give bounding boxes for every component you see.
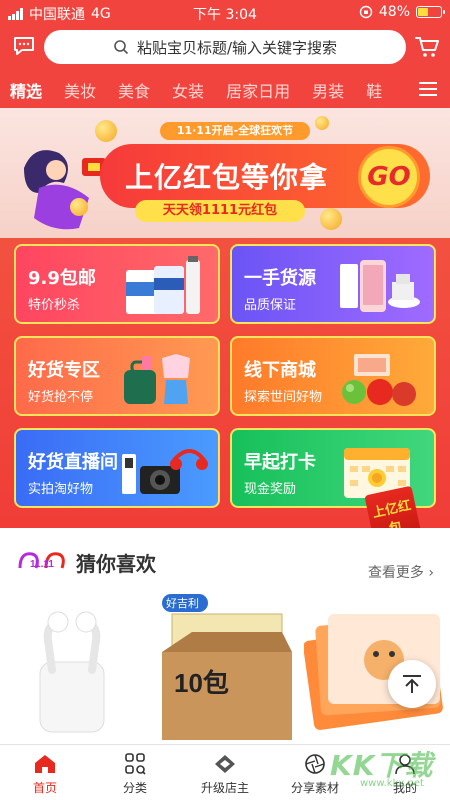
nav-label: 升级店主 <box>200 781 249 795</box>
phone-dishes-image <box>340 260 420 312</box>
back-to-top-button[interactable] <box>388 660 436 708</box>
product-earbuds[interactable] <box>0 592 145 744</box>
tissue-brand: 好吉利 <box>166 596 199 610</box>
home-icon <box>35 755 55 773</box>
card-subtitle: 品质保证 <box>244 298 297 313</box>
milk-powder-image <box>126 256 200 314</box>
search-input[interactable]: 粘贴宝贝标题/输入关键字搜索 <box>44 30 406 64</box>
camera-headphones-image <box>122 449 208 494</box>
card-offline-mall[interactable]: 线下商城 探索世间好物 <box>230 336 436 416</box>
card-subtitle: 特价秒杀 <box>28 298 81 313</box>
battery-percent: 48% <box>378 4 410 20</box>
guess-title: 猜你喜欢 <box>76 552 156 576</box>
promo-banner[interactable]: 11·11开启-全球狂欢节 上亿红包等你拿 GO 天天领1111元红包 <box>0 108 450 238</box>
tab-featured[interactable]: 精选 <box>10 78 42 102</box>
app-header: 粘贴宝贝标题/输入关键字搜索 <box>0 24 450 70</box>
nav-label: 分类 <box>122 781 147 795</box>
card-subtitle: 现金奖励 <box>244 482 297 497</box>
fruit-image <box>342 354 416 406</box>
banner-title: 上亿红包等你拿 <box>125 161 329 194</box>
banner-badge: 11·11开启-全球狂欢节 <box>160 122 310 140</box>
card-good-deals-zone[interactable]: 好货专区 好货抢不停 <box>14 336 220 416</box>
card-subtitle: 实拍淘好物 <box>28 482 94 497</box>
card-title: 9.9包邮 <box>28 268 96 289</box>
product-tissue[interactable]: 好吉利 10包 <box>152 592 297 744</box>
message-icon[interactable] <box>12 34 36 58</box>
battery-icon <box>416 6 445 18</box>
orientation-lock-icon <box>359 5 373 19</box>
diamond-icon <box>215 755 235 773</box>
card-title: 一手货源 <box>244 268 316 289</box>
girl-illustration <box>24 150 106 230</box>
grid-icon <box>125 753 146 775</box>
card-subtitle: 好货抢不停 <box>28 390 94 405</box>
bag-clothes-image <box>124 354 190 404</box>
product-row: 好吉利 10包 <box>0 592 450 744</box>
coin-decoration <box>70 198 88 216</box>
tissue-pack-label: 10包 <box>174 668 229 698</box>
category-tabs: 精选 美妆 美食 女装 居家日用 男装 鞋 <box>0 70 450 108</box>
card-title: 早起打卡 <box>244 452 316 473</box>
status-bar: 中国联通 4G 下午 3:04 48% <box>0 0 450 24</box>
double-eleven-logo: 11.11 <box>18 552 65 570</box>
tab-beauty[interactable]: 美妆 <box>64 78 96 102</box>
coin-decoration <box>320 208 342 230</box>
card-first-hand-source[interactable]: 一手货源 品质保证 <box>230 244 436 324</box>
card-title: 好货专区 <box>28 360 100 381</box>
tab-home[interactable]: 居家日用 <box>226 78 290 102</box>
go-button[interactable]: GO <box>358 146 420 208</box>
tab-men[interactable]: 男装 <box>312 78 344 102</box>
watermark-url: www.kkx.net <box>360 778 424 789</box>
nav-home[interactable]: 首页 <box>0 745 90 800</box>
guess-you-like-header: 11.11 猜你喜欢 查看更多 › <box>0 528 450 592</box>
search-placeholder: 粘贴宝贝标题/输入关键字搜索 <box>136 38 338 57</box>
nav-category[interactable]: 分类 <box>90 745 180 800</box>
tab-women[interactable]: 女装 <box>172 78 204 102</box>
view-more-link[interactable]: 查看更多 › <box>368 562 434 582</box>
banner-subtitle: 天天领1111元红包 <box>135 200 305 222</box>
card-title: 好货直播间 <box>28 452 118 473</box>
cart-icon[interactable] <box>414 34 440 60</box>
logo-text: 11.11 <box>30 559 54 570</box>
coin-decoration <box>315 116 329 130</box>
coin-decoration <box>95 120 117 142</box>
tab-shoes[interactable]: 鞋 <box>366 78 382 102</box>
earbuds-product-image <box>39 611 105 733</box>
menu-icon[interactable] <box>406 70 450 108</box>
feature-grid: 9.9包邮 特价秒杀 一手货源 品质保证 好货专区 好货抢不停 线下商城 探索世… <box>0 238 450 528</box>
arrow-up-icon <box>403 675 421 693</box>
tissue-box-product-image: 好吉利 10包 <box>162 594 292 740</box>
nav-upgrade[interactable]: 升级店主 <box>180 745 270 800</box>
nav-label: 首页 <box>32 781 57 795</box>
card-title: 线下商城 <box>244 360 316 381</box>
search-icon <box>114 40 129 55</box>
card-live-shopping[interactable]: 好货直播间 实拍淘好物 <box>14 428 220 508</box>
card-subtitle: 探索世间好物 <box>244 390 323 405</box>
tab-food[interactable]: 美食 <box>118 78 150 102</box>
view-more-label: 查看更多 <box>367 565 424 581</box>
aperture-icon <box>305 754 325 774</box>
card-9-9-free-shipping[interactable]: 9.9包邮 特价秒杀 <box>14 244 220 324</box>
